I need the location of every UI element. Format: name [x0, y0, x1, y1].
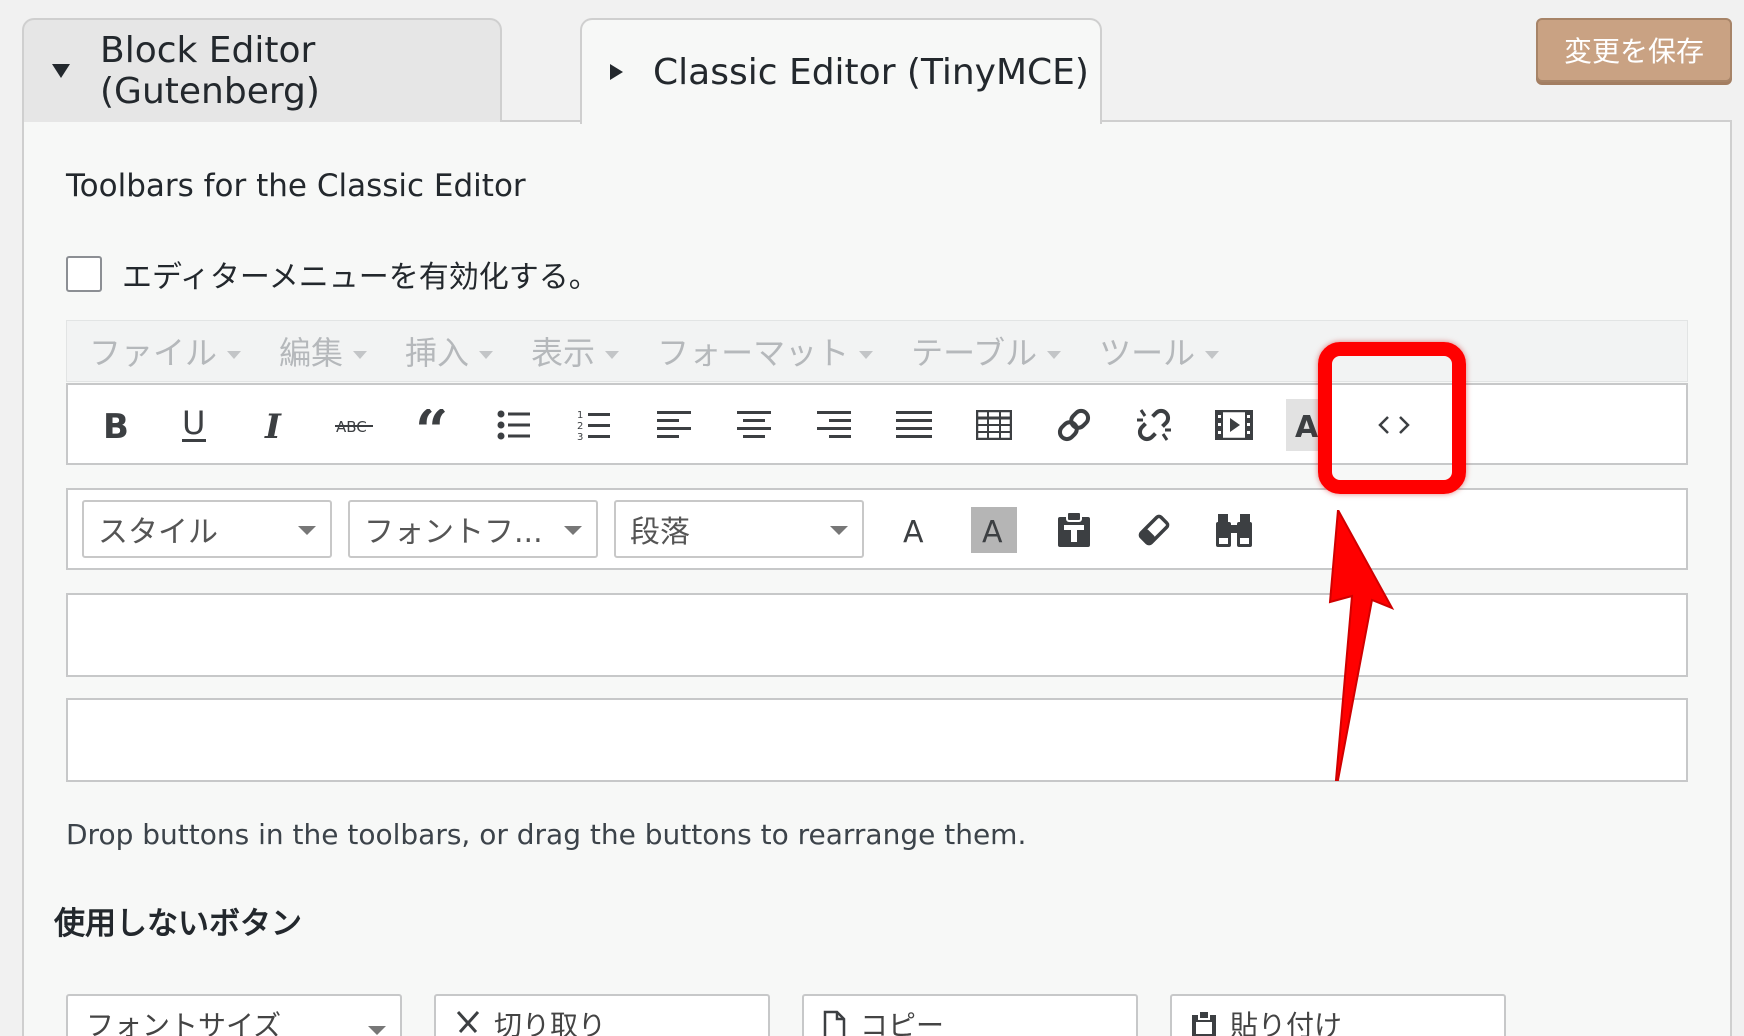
svg-text:A: A	[1295, 410, 1319, 441]
table-icon[interactable]	[966, 399, 1022, 451]
svg-text:3: 3	[577, 432, 583, 442]
bold-icon[interactable]: B	[86, 399, 142, 451]
bullet-list-icon[interactable]	[486, 399, 542, 451]
section-title: Toolbars for the Classic Editor	[66, 168, 526, 204]
svg-text:U: U	[182, 406, 205, 442]
paste-button[interactable]: 貼り付け	[1170, 994, 1506, 1036]
collapse-triangle-icon	[610, 64, 623, 80]
copy-icon	[822, 1010, 848, 1036]
svg-text:2: 2	[577, 421, 583, 432]
enable-menu-row: エディターメニューを有効化する。	[66, 252, 599, 296]
background-color-icon[interactable]: A	[966, 504, 1022, 556]
toolbar-4	[66, 698, 1688, 782]
enable-menu-label: エディターメニューを有効化する。	[122, 260, 599, 295]
style-select-label: スタイル	[98, 515, 218, 550]
blockquote-icon[interactable]: “	[406, 399, 462, 451]
caret-icon	[859, 351, 874, 359]
chevron-down-icon	[564, 526, 582, 535]
tab-label: Block Editor (Gutenberg)	[100, 30, 320, 112]
font-family-select-label: フォントフ...	[364, 515, 543, 550]
svg-text:1: 1	[577, 410, 583, 421]
menu-table[interactable]: テーブル	[911, 328, 1062, 374]
tab-classic-editor[interactable]: Classic Editor (TinyMCE)	[580, 18, 1102, 124]
svg-text:A: A	[982, 515, 1003, 550]
drag-hint: Drop buttons in the toolbars, or drag th…	[66, 818, 1027, 851]
expand-triangle-icon	[52, 64, 70, 78]
chevron-down-icon	[368, 1026, 386, 1035]
enable-menu-checkbox[interactable]	[66, 256, 102, 292]
copy-button[interactable]: コピー	[802, 994, 1138, 1036]
align-center-icon[interactable]	[726, 399, 782, 451]
font-size-label: フォントサイズ	[86, 1009, 282, 1036]
highlight-box	[1318, 342, 1466, 494]
caret-icon	[353, 351, 368, 359]
cut-button[interactable]: 切り取り	[434, 994, 770, 1036]
style-select[interactable]: スタイル	[82, 500, 332, 558]
cut-label: 切り取り	[494, 1009, 607, 1036]
align-right-icon[interactable]	[806, 399, 862, 451]
align-justify-icon[interactable]	[886, 399, 942, 451]
unlink-icon[interactable]	[1126, 399, 1182, 451]
save-button[interactable]: 変更を保存	[1536, 18, 1732, 82]
annotation-arrow-icon	[1328, 510, 1395, 781]
caret-icon	[227, 351, 242, 359]
align-left-icon[interactable]	[646, 399, 702, 451]
strikethrough-icon[interactable]: ABC	[326, 399, 382, 451]
caret-icon	[479, 351, 494, 359]
paragraph-select-label: 段落	[630, 515, 690, 550]
text-color-icon[interactable]: A	[886, 504, 942, 556]
caret-icon	[1205, 351, 1220, 359]
svg-text:A: A	[903, 515, 924, 546]
menu-format[interactable]: フォーマット	[657, 328, 874, 374]
menu-tools[interactable]: ツール	[1099, 328, 1220, 374]
menu-insert[interactable]: 挿入	[405, 328, 494, 374]
tab-label: Classic Editor (TinyMCE)	[653, 51, 1089, 93]
font-size-button[interactable]: フォントサイズ	[66, 994, 402, 1036]
svg-text:B: B	[103, 408, 129, 442]
paste-label: 貼り付け	[1230, 1009, 1343, 1036]
find-replace-icon[interactable]	[1206, 504, 1262, 556]
scissors-icon	[454, 1010, 482, 1036]
chevron-down-icon	[830, 526, 848, 535]
paste-text-icon[interactable]	[1046, 504, 1102, 556]
font-family-select[interactable]: フォントフ...	[348, 500, 598, 558]
svg-text:I: I	[264, 408, 282, 442]
svg-text:“: “	[415, 409, 448, 441]
caret-icon	[605, 351, 620, 359]
link-icon[interactable]	[1046, 399, 1102, 451]
toolbar-3	[66, 593, 1688, 677]
underline-icon[interactable]: U	[166, 399, 222, 451]
paragraph-select[interactable]: 段落	[614, 500, 864, 558]
unused-buttons-title: 使用しないボタン	[54, 906, 302, 942]
clear-formatting-icon[interactable]	[1126, 504, 1182, 556]
toolbar-2: スタイル フォントフ... 段落 A A	[66, 488, 1688, 570]
media-icon[interactable]	[1206, 399, 1262, 451]
chevron-down-icon	[298, 526, 316, 535]
copy-label: コピー	[860, 1009, 945, 1036]
numbered-list-icon[interactable]: 123	[566, 399, 622, 451]
tab-block-editor[interactable]: Block Editor (Gutenberg)	[22, 18, 502, 122]
clipboard-icon	[1190, 1010, 1218, 1036]
menu-view[interactable]: 表示	[531, 328, 620, 374]
menu-file[interactable]: ファイル	[89, 328, 242, 374]
menu-edit[interactable]: 編集	[279, 328, 368, 374]
caret-icon	[1047, 351, 1062, 359]
italic-icon[interactable]: I	[246, 399, 302, 451]
